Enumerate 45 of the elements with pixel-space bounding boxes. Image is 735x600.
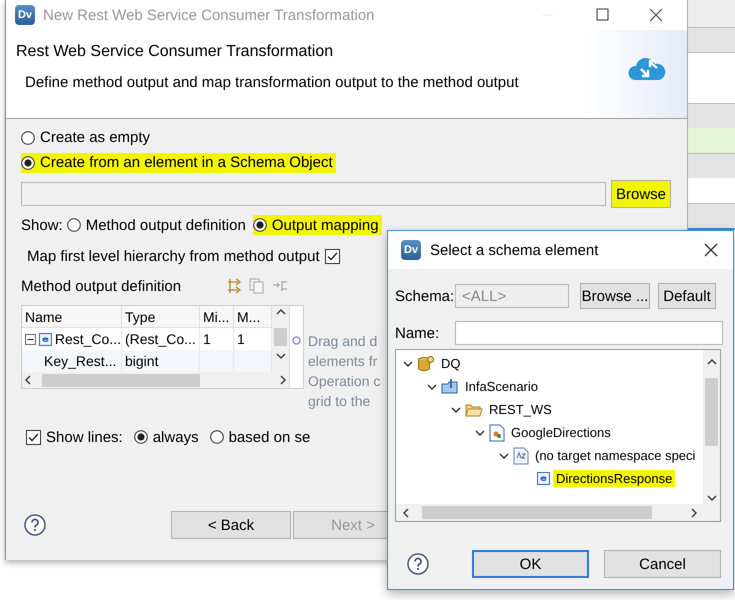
tree-item[interactable]: GoogleDirections (508, 424, 614, 441)
show-label: Show: (21, 216, 63, 234)
back-button[interactable]: < Back (171, 511, 291, 539)
table-cell: Key_Rest... (44, 353, 116, 369)
name-label: Name: (395, 324, 440, 342)
tree-item[interactable]: REST_WS (486, 401, 555, 418)
section-label: Method output definition (21, 278, 182, 294)
table-cell: bigint (125, 353, 158, 369)
ok-button[interactable]: OK (472, 550, 589, 578)
window-title: New Rest Web Service Consumer Transformation (43, 6, 376, 24)
dialog-title: Select a schema element (430, 242, 600, 258)
cancel-button[interactable]: Cancel (604, 550, 721, 578)
radio-button[interactable]: based on se (210, 427, 314, 447)
schema-field: <ALL> (455, 284, 569, 308)
radio-button[interactable]: Create as empty (21, 128, 154, 148)
table-cell: 1 (203, 331, 211, 347)
app-icon: Dv (15, 5, 35, 25)
column-header[interactable]: Type (122, 306, 200, 328)
radio-button[interactable]: Output mapping (252, 215, 382, 235)
default-button[interactable]: Default (658, 283, 716, 309)
tree-item[interactable]: InfaScenario (462, 378, 541, 395)
schema-label: Schema: (395, 288, 455, 304)
tree-item[interactable]: DirectionsResponse (553, 470, 676, 487)
column-header[interactable]: M... (234, 306, 272, 328)
table-cell: (Rest_Co... (125, 331, 196, 347)
radio-button[interactable]: Method output definition (66, 215, 249, 235)
page-description: Define method output and map transformation output to the method output (24, 74, 520, 91)
browse-button[interactable]: Browse (611, 180, 671, 208)
tree-item[interactable]: DQ (438, 355, 464, 372)
hint-text: Drag and d (308, 332, 378, 351)
table-cell: Rest_Co... (54, 331, 121, 347)
app-icon: Dv (401, 240, 421, 260)
tree-item[interactable]: (no target namespace speci (532, 447, 698, 464)
radio-button[interactable]: always (134, 427, 202, 447)
page-title: Rest Web Service Consumer Transformation (16, 43, 334, 61)
column-header[interactable]: Mi... (200, 306, 234, 328)
checkbox-label: Map first level hierarchy from method output (27, 248, 320, 264)
radio-button[interactable]: Create from an element in a Schema Object (21, 152, 336, 172)
hint-text: elements fr (308, 352, 378, 371)
hint-text: Operation c (308, 372, 380, 391)
browse-button[interactable]: Browse ... (580, 283, 650, 309)
hint-text: grid to the (308, 392, 372, 411)
column-header[interactable]: Name (22, 306, 122, 328)
table-cell: 1 (237, 331, 245, 347)
checkbox[interactable]: Show lines: (26, 427, 126, 447)
